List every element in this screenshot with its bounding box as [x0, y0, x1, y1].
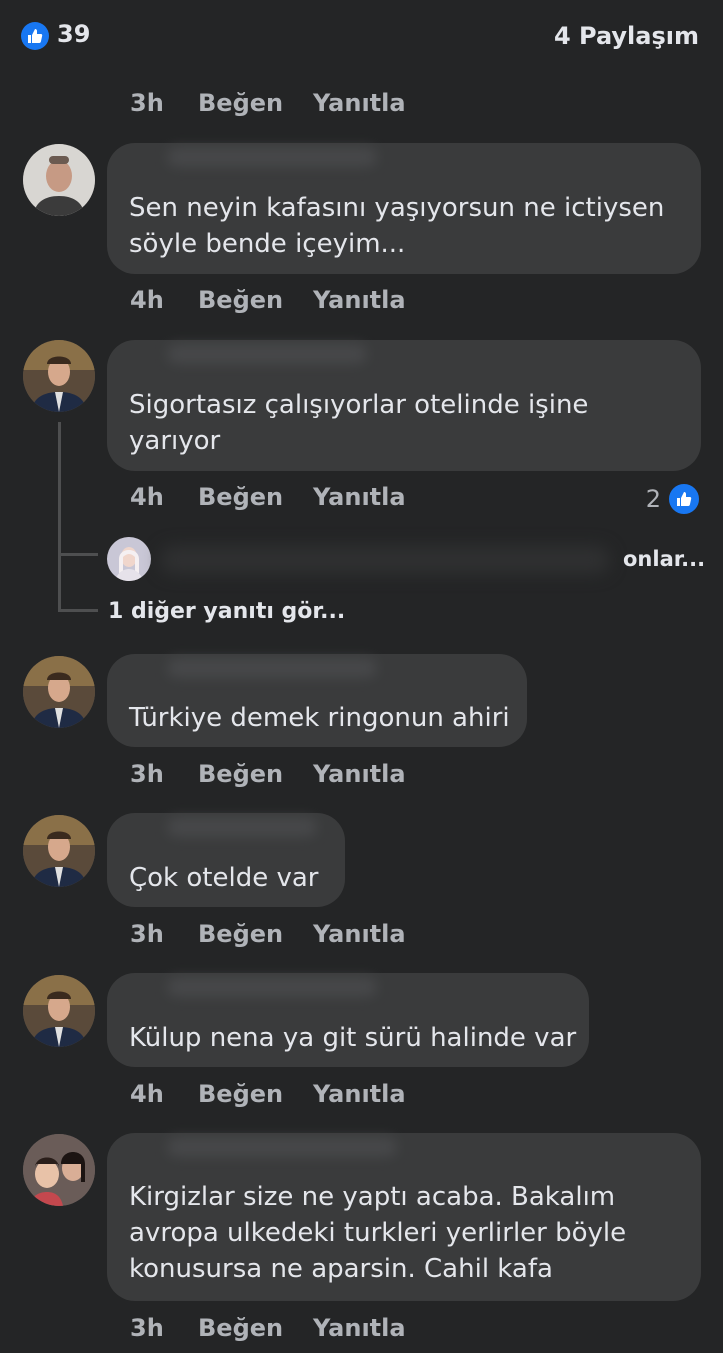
comment-meta: 4h Beğen Yanıtla	[130, 1080, 406, 1108]
comment-text: Sen neyin kafasını yaşıyorsun ne ictiyse…	[129, 193, 665, 259]
blurred-author-name	[167, 1137, 397, 1157]
reply-preview-text[interactable]: onlar...	[623, 547, 705, 571]
view-more-replies-link[interactable]: 1 diğer yanıtı gör...	[108, 599, 345, 624]
comment-bubble: Sigortasız çalışıyorlar otelinde işine y…	[107, 340, 701, 471]
blurred-author-name	[167, 658, 377, 678]
reply-button[interactable]: Yanıtla	[313, 89, 406, 117]
comment-bubble: Sen neyin kafasını yaşıyorsun ne ictiyse…	[107, 143, 701, 274]
avatar[interactable]	[23, 656, 95, 728]
thread-line	[58, 553, 98, 556]
thread-line	[58, 422, 61, 556]
reply-button[interactable]: Yanıtla	[313, 286, 406, 314]
like-button[interactable]: Beğen	[198, 89, 313, 117]
avatar[interactable]	[23, 340, 95, 412]
comment-meta: 3h Beğen Yanıtla	[130, 920, 406, 948]
like-button[interactable]: Beğen	[198, 920, 313, 948]
like-button[interactable]: Beğen	[198, 760, 313, 788]
reply-button[interactable]: Yanıtla	[313, 920, 406, 948]
comment-bubble: Kirgizlar size ne yaptı acaba. Bakalım a…	[107, 1133, 701, 1301]
comment-time: 3h	[130, 760, 164, 788]
comment-meta: 4h Beğen Yanıtla	[130, 483, 406, 511]
comment-meta: 3h Beğen Yanıtla	[130, 1314, 406, 1342]
avatar[interactable]	[23, 975, 95, 1047]
like-button[interactable]: Beğen	[198, 1314, 313, 1342]
thread-line	[58, 609, 98, 612]
reply-button[interactable]: Yanıtla	[313, 1080, 406, 1108]
reply-button[interactable]: Yanıtla	[313, 760, 406, 788]
comment-time: 3h	[130, 920, 164, 948]
blurred-reply-content	[160, 546, 610, 574]
avatar[interactable]	[23, 1134, 95, 1206]
comment-meta: 3h Beğen Yanıtla	[130, 760, 406, 788]
reaction-count[interactable]: 2	[646, 482, 701, 516]
like-button[interactable]: Beğen	[198, 286, 313, 314]
comment-time: 4h	[130, 286, 164, 314]
comment-time: 4h	[130, 483, 164, 511]
comment-text: Sigortasız çalışıyorlar otelinde işine y…	[129, 390, 589, 456]
comment-meta: 3h Beğen Yanıtla	[130, 89, 406, 117]
comment-text: Türkiye demek ringonun ahiri	[129, 703, 510, 733]
thread-line	[58, 556, 61, 612]
like-count[interactable]: 39	[57, 20, 90, 48]
reply-avatar[interactable]	[107, 537, 151, 581]
comment-bubble: Çok otelde var	[107, 813, 345, 907]
thumbs-up-icon[interactable]	[21, 22, 49, 50]
blurred-author-name	[167, 344, 367, 364]
avatar[interactable]	[23, 815, 95, 887]
blurred-author-name	[167, 817, 317, 837]
like-button[interactable]: Beğen	[198, 483, 313, 511]
like-button[interactable]: Beğen	[198, 1080, 313, 1108]
reply-button[interactable]: Yanıtla	[313, 1314, 406, 1342]
comment-text: Çok otelde var	[129, 863, 319, 893]
reply-button[interactable]: Yanıtla	[313, 483, 406, 511]
comment-time: 4h	[130, 1080, 164, 1108]
thumbs-up-icon	[667, 482, 701, 516]
comment-bubble: Türkiye demek ringonun ahiri	[107, 654, 527, 747]
avatar[interactable]	[23, 144, 95, 216]
comment-text: Kirgizlar size ne yaptı acaba. Bakalım a…	[129, 1182, 627, 1284]
reaction-number: 2	[645, 485, 661, 513]
comment-meta: 4h Beğen Yanıtla	[130, 286, 406, 314]
shares-count[interactable]: 4 Paylaşım	[554, 22, 699, 50]
comment-time: 3h	[130, 89, 164, 117]
comment-bubble: Külup nena ya git sürü halinde var	[107, 973, 589, 1067]
comment-text: Külup nena ya git sürü halinde var	[129, 1023, 577, 1053]
comment-time: 3h	[130, 1314, 164, 1342]
blurred-author-name	[167, 147, 377, 167]
blurred-author-name	[167, 977, 377, 997]
